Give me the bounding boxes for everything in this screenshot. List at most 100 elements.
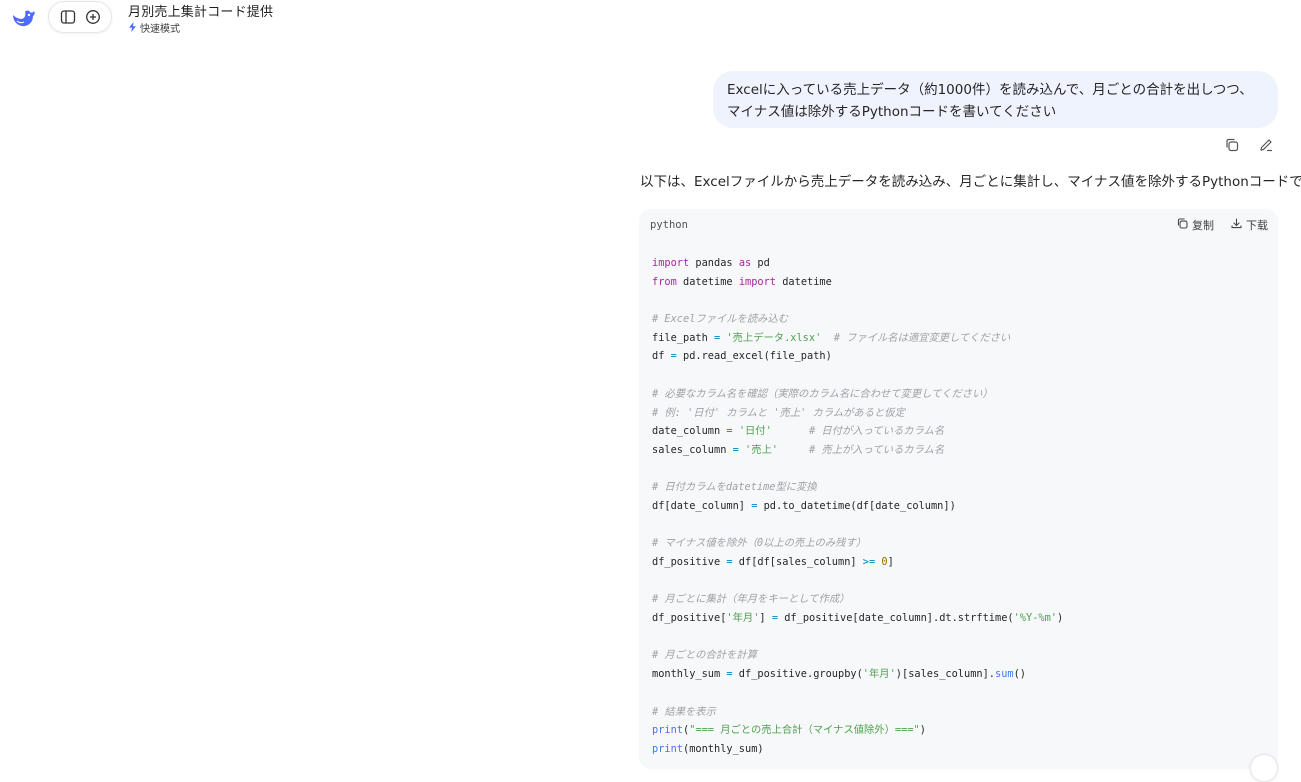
- code-token: ]: [887, 556, 894, 568]
- code-content: import pandas as pd from datetime import …: [639, 241, 1278, 759]
- code-token: ]: [759, 612, 772, 625]
- code-token: pd: [751, 257, 770, 269]
- code-line: sales_column = '売上' # 売上が入っているカラム名: [652, 441, 1278, 460]
- code-token: # 必要なカラム名を確認（実際のカラム名に合わせて変更してください）: [652, 387, 993, 400]
- code-block: python 复制 下载 import pandas as pd from dat…: [639, 209, 1278, 769]
- code-line: ​: [652, 684, 1278, 703]
- code-line: from datetime import datetime: [652, 273, 1278, 292]
- code-token: ): [919, 724, 926, 737]
- code-token: datetime: [676, 275, 739, 288]
- code-token: '売上データ.xlsx': [726, 331, 822, 344]
- code-token: pd.to_datetime(df[date_column]): [757, 499, 956, 512]
- code-token: date_column: [652, 425, 727, 438]
- code-token: >=: [862, 556, 876, 568]
- code-token: sales_column: [652, 443, 733, 456]
- code-token: '%Y-%m': [1013, 612, 1057, 625]
- code-token: print: [652, 742, 683, 755]
- code-line: ​: [652, 366, 1278, 385]
- code-token: # 日付カラムをdatetime型に変換: [652, 481, 817, 494]
- code-line: ​: [652, 460, 1278, 479]
- code-token: import: [652, 257, 690, 269]
- code-token: file_path: [652, 331, 714, 344]
- code-token: # 結果を表示: [652, 705, 716, 718]
- download-code-button[interactable]: 下载: [1230, 217, 1268, 233]
- code-token: df[date_column]: [652, 499, 752, 512]
- code-token: # 月ごとに集計（年月をキーとして作成）: [652, 593, 850, 606]
- code-token: # マイナス値を除外（0以上の売上のみ残す）: [652, 537, 867, 550]
- code-line: # 必要なカラム名を確認（実際のカラム名に合わせて変更してください）: [652, 385, 1278, 404]
- code-block-header: python 复制 下载: [639, 209, 1278, 241]
- user-message-actions: [1224, 137, 1274, 153]
- code-line: print(monthly_sum): [652, 740, 1278, 759]
- code-line: import pandas as pd: [652, 254, 1278, 273]
- code-line: # 月ごとに集計（年月をキーとして作成）: [652, 590, 1278, 609]
- code-token: # ファイル名は適宜変更してください: [833, 331, 1011, 344]
- code-token: df_positive.groupby(: [732, 668, 863, 681]
- download-code-label: 下载: [1246, 219, 1268, 232]
- code-token: (): [1013, 668, 1027, 681]
- code-token: # Excelファイルを読み込む: [652, 313, 789, 326]
- code-token: # 売上が入っているカラム名: [809, 443, 945, 456]
- copy-icon[interactable]: [1224, 137, 1240, 153]
- edit-icon[interactable]: [1258, 137, 1274, 153]
- mode-indicator: 快速模式: [128, 22, 273, 37]
- code-line: df = pd.read_excel(file_path): [652, 347, 1278, 366]
- code-line: # Excelファイルを読み込む: [652, 310, 1278, 329]
- code-token: df[df[sales_column]: [732, 556, 863, 568]
- code-token: "=== 月ごとの売上合計（マイナス値除外）===": [689, 724, 920, 737]
- code-token: '日付': [738, 425, 772, 438]
- lightning-icon: [128, 22, 137, 37]
- chat-title[interactable]: 月別売上集計コード提供: [128, 5, 273, 21]
- deepseek-logo-icon[interactable]: [10, 6, 36, 30]
- code-token: df: [652, 350, 671, 363]
- code-token: '年月': [726, 612, 760, 625]
- code-line: print("=== 月ごとの売上合計（マイナス値除外）==="): [652, 721, 1278, 740]
- code-line: df_positive['年月'] = df_positive[date_col…: [652, 609, 1278, 628]
- code-token: pd.read_excel(file_path): [676, 350, 832, 363]
- code-token: as: [738, 257, 752, 269]
- code-line: # 結果を表示: [652, 703, 1278, 722]
- code-token: datetime: [776, 275, 832, 288]
- code-line: df[date_column] = pd.to_datetime(df[date…: [652, 497, 1278, 516]
- code-line: # 月ごとの合計を計算: [652, 646, 1278, 665]
- header-action-group: [48, 1, 112, 33]
- scroll-to-bottom-button[interactable]: [1250, 754, 1278, 782]
- code-token: import: [738, 275, 777, 288]
- code-line: ​: [652, 291, 1278, 310]
- user-message-bubble: Excelに入っている売上データ（約1000件）を読み込んで、月ごとの合計を出し…: [713, 71, 1278, 128]
- code-line: # 例: '日付' カラムと '売上' カラムがあると仮定: [652, 404, 1278, 423]
- code-language-label: python: [650, 219, 688, 231]
- chat-title-area: 月別売上集計コード提供 快速模式: [128, 5, 273, 37]
- copy-code-button[interactable]: 复制: [1176, 217, 1214, 233]
- download-icon: [1230, 217, 1243, 233]
- code-token: df_positive[: [652, 612, 727, 625]
- code-token: )[sales_column].: [895, 668, 995, 681]
- code-line: ​: [652, 572, 1278, 591]
- code-token: # 例: '日付' カラムと '売上' カラムがあると仮定: [652, 406, 905, 419]
- sidebar-toggle-icon[interactable]: [59, 8, 77, 26]
- code-token: print: [652, 724, 683, 737]
- code-token: # 日付が入っているカラム名: [809, 425, 945, 438]
- new-chat-icon[interactable]: [84, 8, 102, 26]
- code-token: '売上': [745, 443, 778, 456]
- code-token: sum: [995, 668, 1014, 681]
- code-token: # 月ごとの合計を計算: [652, 649, 757, 662]
- copy-icon: [1176, 217, 1189, 233]
- code-actions: 复制 下载: [1176, 217, 1268, 233]
- code-token: '年月': [862, 668, 896, 681]
- code-line: ​: [652, 628, 1278, 647]
- code-line: df_positive = df[df[sales_column] >= 0]: [652, 553, 1278, 572]
- code-line: monthly_sum = df_positive.groupby('年月')[…: [652, 665, 1278, 684]
- code-token: df_positive[date_column].dt.strftime(: [778, 612, 1014, 625]
- code-token: (monthly_sum): [683, 742, 764, 755]
- code-line: # マイナス値を除外（0以上の売上のみ残す）: [652, 534, 1278, 553]
- code-line: # 日付カラムをdatetime型に変換: [652, 478, 1278, 497]
- code-token: ): [1057, 612, 1064, 625]
- mode-label: 快速模式: [140, 23, 180, 35]
- code-line: ​: [652, 516, 1278, 535]
- code-line: file_path = '売上データ.xlsx' # ファイル名は適宜変更してく…: [652, 329, 1278, 348]
- code-line: date_column = '日付' # 日付が入っているカラム名: [652, 422, 1278, 441]
